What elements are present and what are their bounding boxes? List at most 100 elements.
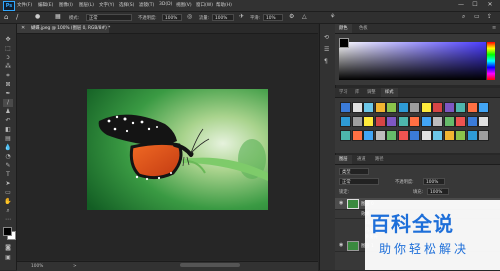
color-panel-foreground[interactable] <box>339 38 349 48</box>
tab-styles[interactable]: 样式 <box>381 88 398 97</box>
style-swatch[interactable] <box>432 102 443 113</box>
style-swatch[interactable] <box>466 116 478 127</box>
opacity-field[interactable]: 100% <box>162 14 182 21</box>
properties-panel-icon[interactable]: ☰ <box>324 46 329 53</box>
shape-tool-icon[interactable]: ▭ <box>3 189 13 197</box>
menu-3d[interactable]: 3D(D) <box>159 2 172 7</box>
flow-field[interactable]: 100% <box>212 14 234 21</box>
move-tool-icon[interactable]: ✥ <box>3 36 13 44</box>
style-swatch[interactable] <box>409 102 420 113</box>
style-swatch[interactable] <box>340 130 351 141</box>
style-swatch[interactable] <box>455 130 466 141</box>
style-swatch[interactable] <box>478 102 489 113</box>
style-swatch[interactable] <box>397 116 409 127</box>
menu-view[interactable]: 视图(V) <box>176 2 192 8</box>
minimize-button[interactable]: — <box>456 1 466 9</box>
tab-adjustments[interactable]: 调整 <box>363 88 380 97</box>
style-swatch[interactable] <box>374 116 386 127</box>
tab-paths[interactable]: 路径 <box>371 155 388 164</box>
angle-icon[interactable]: △ <box>302 13 307 20</box>
gradient-tool-icon[interactable]: ▤ <box>3 135 13 143</box>
dodge-tool-icon[interactable]: ◔ <box>3 153 13 161</box>
brush-icon[interactable]: ∕ <box>16 13 18 21</box>
style-swatch[interactable] <box>363 130 374 141</box>
style-swatch[interactable] <box>374 102 386 113</box>
horizontal-scrollbar[interactable] <box>180 263 240 267</box>
fill-field[interactable]: 100% <box>427 188 449 195</box>
style-swatch[interactable] <box>443 130 455 141</box>
share-icon[interactable]: ⇪ <box>487 13 492 20</box>
document-tab[interactable]: 蝴蝶.jpeg @ 100% (图层 0, RGB/8#) * <box>17 24 110 33</box>
layer-filter-select[interactable]: 类型 <box>339 168 369 175</box>
path-select-tool-icon[interactable]: ➤ <box>3 180 13 188</box>
brush-tool-icon[interactable]: ∕ <box>3 99 13 107</box>
airbrush-icon[interactable]: ✈ <box>239 13 244 20</box>
style-swatch[interactable] <box>443 116 455 127</box>
tab-swatches[interactable]: 色板 <box>355 24 372 33</box>
menu-select[interactable]: 选择(S) <box>119 2 134 8</box>
menu-filter[interactable]: 滤镜(T) <box>139 2 154 8</box>
hue-slider[interactable] <box>487 42 495 80</box>
style-swatch[interactable] <box>432 116 443 127</box>
frame-tool-icon[interactable]: ⊠ <box>3 81 13 89</box>
settings-gear-icon[interactable]: ⚙ <box>289 13 294 20</box>
style-swatch[interactable] <box>386 116 397 127</box>
style-swatch[interactable] <box>409 130 420 141</box>
workspace-icon[interactable]: ▭ <box>474 13 480 20</box>
style-swatch[interactable] <box>478 116 489 127</box>
style-swatch[interactable] <box>351 102 363 113</box>
symmetry-icon[interactable]: ⚘ <box>330 13 335 20</box>
menu-edit[interactable]: 编辑(E) <box>38 2 53 8</box>
eyedropper-tool-icon[interactable]: ✒ <box>3 90 13 98</box>
screen-mode-icon[interactable]: ▣ <box>3 254 13 262</box>
style-swatch[interactable] <box>340 116 351 127</box>
style-swatch[interactable] <box>351 116 363 127</box>
close-tab-icon[interactable]: ✕ <box>21 25 25 31</box>
color-spectrum[interactable] <box>339 42 486 80</box>
search-icon[interactable]: ⌕ <box>462 13 465 21</box>
menu-image[interactable]: 图像(I) <box>59 2 73 8</box>
tab-layers[interactable]: 图层 <box>335 155 352 164</box>
brush-size-icon[interactable]: ● <box>35 13 40 20</box>
style-swatch[interactable] <box>478 130 489 141</box>
lasso-tool-icon[interactable]: ↄ <box>3 54 13 62</box>
pressure-opacity-icon[interactable]: ◎ <box>187 13 192 20</box>
butterfly-image[interactable] <box>87 89 268 210</box>
style-swatch[interactable] <box>420 130 432 141</box>
style-swatch[interactable] <box>443 102 455 113</box>
style-swatch[interactable] <box>466 130 478 141</box>
menu-file[interactable]: 文件(F) <box>17 2 32 8</box>
visibility-eye-icon[interactable]: ◉ <box>339 200 343 206</box>
style-swatch[interactable] <box>386 130 397 141</box>
hand-tool-icon[interactable]: ✋ <box>3 198 13 206</box>
zoom-tool-icon[interactable]: ⌕ <box>3 207 13 215</box>
style-swatch[interactable] <box>397 102 409 113</box>
style-swatch[interactable] <box>455 116 466 127</box>
document-info[interactable]: > <box>73 264 77 269</box>
blur-tool-icon[interactable]: 💧 <box>3 144 13 152</box>
brush-panel-icon[interactable]: ▦ <box>55 13 61 20</box>
style-swatch[interactable] <box>420 116 432 127</box>
tab-learn[interactable]: 学习 <box>335 88 352 97</box>
layer-opacity-field[interactable]: 100% <box>423 178 445 185</box>
history-panel-icon[interactable]: ⟲ <box>324 34 329 41</box>
paragraph-panel-icon[interactable]: ¶ <box>324 58 328 65</box>
menu-help[interactable]: 帮助(H) <box>216 2 232 8</box>
foreground-color-swatch[interactable] <box>3 227 12 236</box>
visibility-eye-icon[interactable]: ◉ <box>339 242 343 248</box>
tab-color[interactable]: 颜色 <box>335 24 352 33</box>
quick-mask-icon[interactable]: ◙ <box>3 244 13 252</box>
style-swatch[interactable] <box>374 130 386 141</box>
style-swatch[interactable] <box>363 116 374 127</box>
pen-tool-icon[interactable]: ✎ <box>3 162 13 170</box>
history-brush-tool-icon[interactable]: ↶ <box>3 117 13 125</box>
home-icon[interactable]: ⌂ <box>4 13 8 21</box>
more-tools-icon[interactable]: ⋯ <box>3 216 13 224</box>
style-swatch[interactable] <box>397 130 409 141</box>
smoothing-field[interactable]: 10% <box>263 14 283 21</box>
tab-channels[interactable]: 通道 <box>353 155 370 164</box>
style-swatch[interactable] <box>386 102 397 113</box>
zoom-level[interactable]: 100% <box>31 264 43 269</box>
style-swatch[interactable] <box>455 102 466 113</box>
blend-mode-select[interactable]: 正常 <box>339 178 379 185</box>
